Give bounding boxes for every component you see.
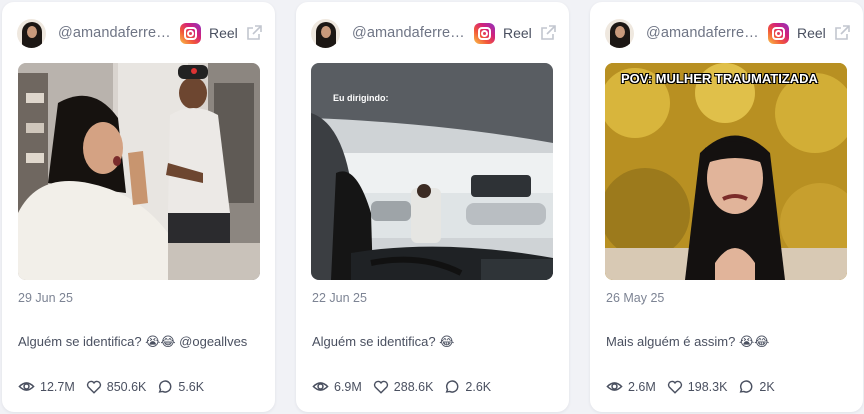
views-stat: 12.7M <box>18 378 75 395</box>
avatar[interactable] <box>605 18 634 48</box>
post-date: 26 May 25 <box>606 291 665 305</box>
views-count: 2.6M <box>628 379 656 394</box>
post-thumbnail[interactable] <box>18 63 260 280</box>
comment-icon <box>158 379 172 393</box>
views-count: 6.9M <box>334 379 362 394</box>
external-link-icon[interactable] <box>245 24 263 42</box>
post-card[interactable]: @amandaferreira Reel POV: MULHER TRAUMAT… <box>590 2 863 412</box>
post-card[interactable]: @amandaferreira Reel Eu dirigindo: 22 Ju… <box>296 2 569 412</box>
likes-stat: 198.3K <box>667 379 728 395</box>
post-thumbnail[interactable]: POV: MULHER TRAUMATIZADA <box>605 63 847 280</box>
likes-count: 288.6K <box>393 379 434 394</box>
likes-stat: 288.6K <box>373 379 434 395</box>
post-type-label: Reel <box>797 25 826 41</box>
post-stats: 6.9M 288.6K 2.6K <box>312 378 502 395</box>
post-thumbnail[interactable]: Eu dirigindo: <box>311 63 553 280</box>
eye-icon <box>606 382 623 391</box>
avatar[interactable] <box>17 18 46 48</box>
instagram-icon <box>180 22 201 44</box>
heart-icon <box>373 380 388 394</box>
reel-overlay-text: POV: MULHER TRAUMATIZADA <box>621 71 818 86</box>
avatar[interactable] <box>311 18 340 48</box>
heart-icon <box>86 380 101 394</box>
external-link-icon[interactable] <box>833 24 851 42</box>
post-header: @amandaferreira Reel <box>17 18 263 48</box>
instagram-icon <box>768 22 789 44</box>
post-card[interactable]: @amandaferreira Reel 29 Jun 25 Alguém se… <box>2 2 275 412</box>
likes-stat: 850.6K <box>86 379 147 395</box>
post-date: 22 Jun 25 <box>312 291 367 305</box>
post-caption: Alguém se identifica? 😂 <box>312 334 455 349</box>
post-type-label: Reel <box>503 25 532 41</box>
eye-icon <box>312 382 329 391</box>
username[interactable]: @amandaferreira <box>58 25 172 41</box>
views-stat: 2.6M <box>606 378 656 395</box>
username[interactable]: @amandaferreira <box>646 25 760 41</box>
external-link-icon[interactable] <box>539 24 557 42</box>
post-caption: Alguém se identifica? 😭😂 @ogeallves <box>18 334 248 349</box>
post-header: @amandaferreira Reel <box>605 18 851 48</box>
views-stat: 6.9M <box>312 378 362 395</box>
post-caption: Mais alguém é assim? 😭😂 <box>606 334 770 349</box>
comments-count: 2.6K <box>465 379 492 394</box>
comments-count: 2K <box>759 379 775 394</box>
comments-stat: 5.6K <box>157 379 204 395</box>
comment-icon <box>740 379 753 393</box>
comments-stat: 2K <box>738 379 775 395</box>
post-stats: 12.7M 850.6K 5.6K <box>18 378 215 395</box>
likes-count: 850.6K <box>106 379 147 394</box>
eye-icon <box>18 382 35 391</box>
heart-icon <box>667 380 682 394</box>
comments-stat: 2.6K <box>444 379 491 395</box>
views-count: 12.7M <box>40 379 75 394</box>
post-header: @amandaferreira Reel <box>311 18 557 48</box>
username[interactable]: @amandaferreira <box>352 25 466 41</box>
post-type-label: Reel <box>209 25 238 41</box>
post-date: 29 Jun 25 <box>18 291 73 305</box>
reel-overlay-text: Eu dirigindo: <box>333 93 389 103</box>
likes-count: 198.3K <box>687 379 728 394</box>
comment-icon <box>446 379 459 393</box>
instagram-icon <box>474 22 495 44</box>
comments-count: 5.6K <box>178 379 205 394</box>
post-stats: 2.6M 198.3K 2K <box>606 378 786 395</box>
